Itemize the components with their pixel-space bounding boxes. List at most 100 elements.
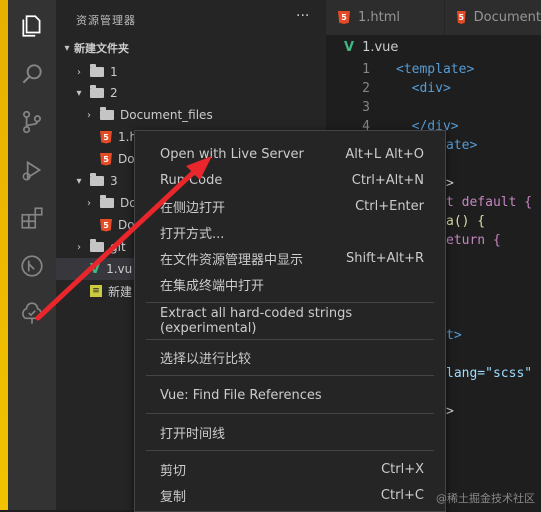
menu-item-extract-strings[interactable]: Extract all hard-coded strings (experime… <box>135 306 445 336</box>
menu-item-label: 打开时间线 <box>160 426 226 442</box>
tab-label: 1.html <box>358 10 401 25</box>
explorer-title: 资源管理器 <box>76 14 136 27</box>
menu-separator <box>146 302 434 303</box>
tree-item-label: 1.vu <box>106 262 133 276</box>
tree-item-label: 1 <box>110 65 118 79</box>
code-line: <template> <box>396 62 475 77</box>
chevron-down-icon: ▾ <box>76 87 82 99</box>
code-line: eturn { <box>446 233 501 248</box>
menu-item-shortcut: Alt+L Alt+O <box>345 146 424 162</box>
chevron-right-icon: › <box>77 241 81 253</box>
menu-item-label: Run Code <box>160 172 223 188</box>
menu-item-label: Extract all hard-coded strings (experime… <box>160 306 353 336</box>
menu-item-open-live-server[interactable]: Open with Live Server Alt+L Alt+O <box>135 141 445 167</box>
code-line: a() { <box>446 214 486 229</box>
source-control-icon[interactable] <box>18 108 46 136</box>
tree-check-icon[interactable] <box>18 300 46 328</box>
tree-file-item[interactable]: 5 1.h <box>96 126 137 148</box>
menu-separator <box>146 375 434 376</box>
menu-item-run-code[interactable]: Run Code Ctrl+Alt+N <box>135 167 445 193</box>
watermark: @稀土掘金技术社区 <box>436 492 535 505</box>
folder-icon <box>90 239 104 252</box>
chevron-right-icon: › <box>87 109 91 121</box>
folder-open-icon <box>90 173 104 186</box>
git-graph-icon[interactable] <box>18 252 46 280</box>
tree-folder-item[interactable]: ▾ 3 <box>72 170 118 192</box>
menu-item-cut[interactable]: 剪切 Ctrl+X <box>135 456 445 482</box>
menu-item-open-timeline[interactable]: 打开时间线 <box>135 419 445 445</box>
tree-item-label: 3 <box>110 174 118 188</box>
run-debug-icon[interactable] <box>18 156 46 184</box>
tree-folder-item[interactable]: ▾ 2 <box>72 82 118 104</box>
line-number: 3 <box>362 100 370 115</box>
extensions-icon[interactable] <box>18 204 46 232</box>
explorer-files-icon[interactable] <box>18 12 46 40</box>
tab-document[interactable]: 5 Document <box>445 0 541 35</box>
menu-separator <box>146 413 434 414</box>
window-edge <box>0 0 8 510</box>
menu-item-reveal-in-explorer[interactable]: 在文件资源管理器中显示 Shift+Alt+R <box>135 245 445 271</box>
tree-folder-item[interactable]: › git <box>72 236 126 258</box>
menu-item-label: 在集成终端中打开 <box>160 278 265 294</box>
code-line: > <box>446 404 454 419</box>
folder-icon <box>100 195 114 208</box>
code-line: ate> <box>446 138 478 153</box>
workspace-root[interactable]: ▾ 新建文件夹 <box>60 37 129 59</box>
tree-item-label: Document_files <box>120 108 213 122</box>
folder-icon <box>90 64 104 77</box>
html-file-icon: 5 <box>100 218 112 232</box>
tree-file-item[interactable]: ≡ 新建 <box>86 280 132 302</box>
tree-folder-item[interactable]: › Document_files <box>82 104 213 126</box>
menu-item-label: 复制 <box>160 489 187 505</box>
chevron-right-icon: › <box>77 66 81 78</box>
text-file-icon: ≡ <box>90 285 102 297</box>
menu-item-label: Open with Live Server <box>160 146 304 162</box>
menu-item-label: 剪切 <box>160 463 187 479</box>
tab-label: Document <box>473 10 541 25</box>
search-icon[interactable] <box>18 60 46 88</box>
menu-item-shortcut: Ctrl+X <box>381 461 424 477</box>
chevron-down-icon: ▾ <box>64 42 70 54</box>
html-file-icon: 5 <box>338 11 350 24</box>
menu-item-label: 在侧边打开 <box>160 200 226 216</box>
tab-1-html[interactable]: 5 1.html <box>326 0 445 35</box>
breadcrumb-file: 1.vue <box>362 40 399 55</box>
menu-item-shortcut: Ctrl+Enter <box>355 198 424 214</box>
tab-bar: 5 1.html 5 Document <box>326 0 541 35</box>
menu-item-copy[interactable]: 复制 Ctrl+C <box>135 482 445 508</box>
menu-item-vue-find-references[interactable]: Vue: Find File References <box>135 382 445 408</box>
menu-item-label: Vue: Find File References <box>160 387 322 403</box>
folder-open-icon <box>90 85 104 98</box>
menu-item-open-to-side[interactable]: 在侧边打开 Ctrl+Enter <box>135 193 445 219</box>
menu-item-open-with[interactable]: 打开方式... <box>135 219 445 245</box>
chevron-down-icon: ▾ <box>76 175 82 187</box>
menu-item-label: 选择以进行比较 <box>160 351 252 367</box>
menu-item-open-in-terminal[interactable]: 在集成终端中打开 <box>135 271 445 297</box>
vue-file-icon: V <box>344 40 355 55</box>
tree-item-label: 新建 <box>108 284 133 299</box>
menu-item-shortcut: Ctrl+C <box>380 487 424 503</box>
code-line: t default { <box>446 195 533 210</box>
line-number: 2 <box>362 81 370 96</box>
context-menu: Open with Live Server Alt+L Alt+O Run Co… <box>134 130 446 512</box>
activity-bar <box>8 0 56 510</box>
code-line: lang="scss" <box>446 366 533 381</box>
line-number: 1 <box>362 62 370 77</box>
code-line: > <box>446 176 454 191</box>
menu-item-select-for-compare[interactable]: 选择以进行比较 <box>135 344 445 370</box>
chevron-right-icon: › <box>87 197 91 209</box>
menu-item-label: 在文件资源管理器中显示 <box>160 252 304 268</box>
code-line: t> <box>446 328 462 343</box>
tree-folder-item[interactable]: › 1 <box>72 61 118 83</box>
more-actions-icon[interactable]: ··· <box>296 8 309 24</box>
html-file-icon: 5 <box>100 130 112 144</box>
menu-item-label: 打开方式... <box>160 226 225 242</box>
folder-icon <box>100 107 114 120</box>
html-file-icon: 5 <box>457 11 466 24</box>
menu-item-shortcut: Shift+Alt+R <box>346 250 424 266</box>
root-folder-label: 新建文件夹 <box>74 42 129 55</box>
menu-item-shortcut: Ctrl+Alt+N <box>351 172 424 188</box>
code-line: <div> <box>396 81 451 96</box>
breadcrumb[interactable]: V 1.vue <box>344 40 398 55</box>
menu-separator <box>146 339 434 340</box>
